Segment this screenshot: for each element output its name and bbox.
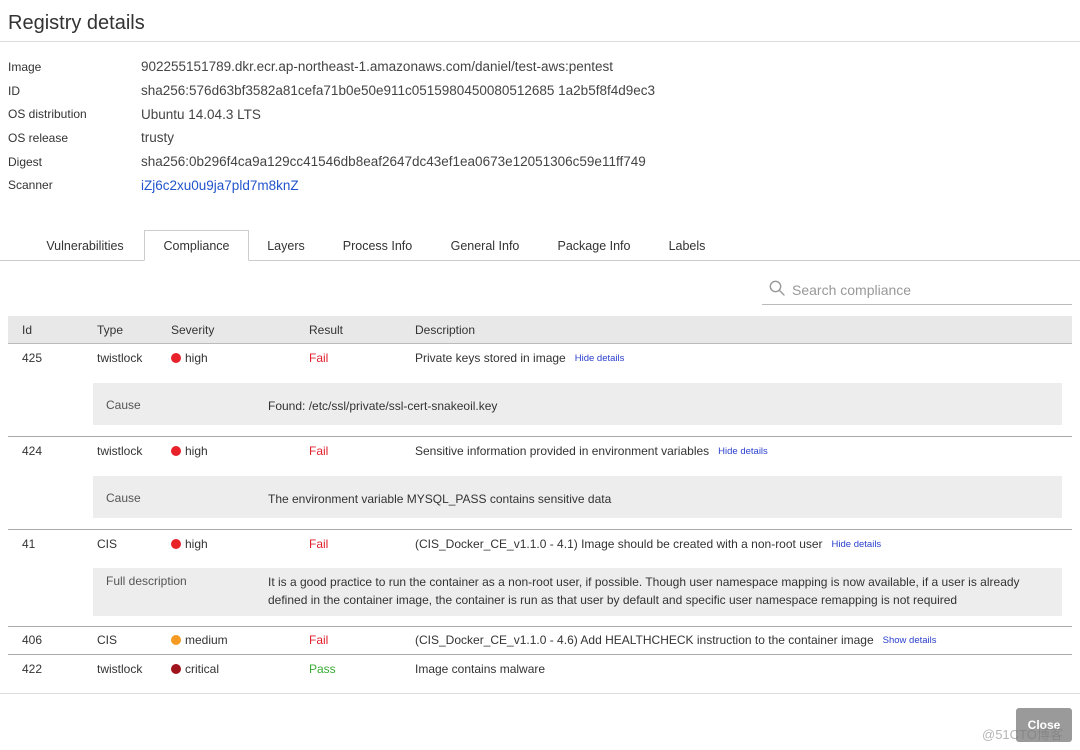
detail-value: sha256:0b296f4ca9a129cc41546db8eaf2647dc… — [141, 154, 646, 170]
search-input[interactable] — [792, 282, 1062, 298]
row-details-panel: Cause Found: /etc/ssl/private/ssl-cert-s… — [93, 383, 1062, 425]
footer-divider — [0, 693, 1080, 694]
detail-value: sha256:576d63bf3582a81cefa71b0e50e911c05… — [141, 83, 656, 99]
severity-critical-icon — [171, 664, 181, 674]
detail-row-os-distribution: OS distribution Ubuntu 14.04.3 LTS — [8, 102, 655, 126]
row-severity: medium — [171, 632, 228, 648]
tab-compliance[interactable]: Compliance — [144, 230, 249, 261]
tab-process-info[interactable]: Process Info — [330, 230, 425, 261]
severity-high-icon — [171, 446, 181, 456]
detail-full-description-label: Full description — [106, 574, 187, 588]
watermark: @51CTO博客 — [982, 727, 1063, 742]
column-header-description[interactable]: Description — [415, 316, 475, 344]
row-details-panel: Full description It is a good practice t… — [93, 568, 1062, 616]
description-text: (CIS_Docker_CE_v1.1.0 - 4.1) Image shoul… — [415, 537, 823, 551]
detail-cause-label: Cause — [106, 491, 141, 505]
detail-label: Scanner — [8, 178, 53, 193]
row-type: CIS — [97, 537, 118, 551]
details-list: Image 902255151789.dkr.ecr.ap-northeast-… — [8, 55, 655, 197]
show-details-link[interactable]: Show details — [883, 635, 937, 646]
detail-label: Digest — [8, 154, 43, 169]
row-id: 424 — [22, 444, 43, 458]
row-type: twistlock — [97, 351, 143, 365]
row-description: Sensitive information provided in enviro… — [415, 443, 768, 459]
column-header-id[interactable]: Id — [22, 316, 32, 344]
hide-details-link[interactable]: Hide details — [718, 446, 768, 457]
row-severity: high — [171, 350, 208, 366]
detail-label: Image — [8, 59, 42, 74]
search-box — [762, 276, 1072, 305]
row-description: (CIS_Docker_CE_v1.1.0 - 4.1) Image shoul… — [415, 536, 881, 552]
severity-medium-icon — [171, 635, 181, 645]
detail-cause-text: The environment variable MYSQL_PASS cont… — [268, 492, 612, 506]
detail-label: OS distribution — [8, 107, 87, 122]
row-result: Fail — [309, 537, 329, 551]
detail-value: 902255151789.dkr.ecr.ap-northeast-1.amaz… — [141, 59, 614, 75]
detail-value: trusty — [141, 130, 175, 146]
row-id: 425 — [22, 351, 43, 365]
row-result: Fail — [309, 444, 329, 458]
tab-layers[interactable]: Layers — [256, 230, 316, 261]
detail-row-id: ID sha256:576d63bf3582a81cefa71b0e50e911… — [8, 79, 655, 103]
dialog-title: Registry details — [8, 12, 145, 34]
detail-row-image: Image 902255151789.dkr.ecr.ap-northeast-… — [8, 55, 655, 79]
row-description: Image contains malware — [415, 661, 545, 677]
hide-details-link[interactable]: Hide details — [575, 353, 625, 364]
detail-cause-label: Cause — [106, 398, 141, 412]
scanner-link[interactable]: iZj6c2xu0u9ja7pld7m8knZ — [141, 178, 299, 193]
row-severity: high — [171, 536, 208, 552]
column-header-result[interactable]: Result — [309, 316, 343, 344]
detail-row-digest: Digest sha256:0b296f4ca9a129cc41546db8ea… — [8, 150, 655, 174]
column-header-type[interactable]: Type — [97, 316, 123, 344]
tab-general-info[interactable]: General Info — [440, 230, 530, 261]
row-result: Fail — [309, 633, 329, 647]
row-description: (CIS_Docker_CE_v1.1.0 - 4.6) Add HEALTHC… — [415, 632, 937, 648]
tab-labels[interactable]: Labels — [658, 230, 716, 261]
row-id: 406 — [22, 633, 43, 647]
description-text: Private keys stored in image — [415, 351, 566, 365]
tab-package-info[interactable]: Package Info — [548, 230, 640, 261]
row-id: 422 — [22, 662, 43, 676]
detail-row-scanner: Scanner iZj6c2xu0u9ja7pld7m8knZ — [8, 173, 655, 197]
row-result: Pass — [309, 662, 336, 676]
row-type: CIS — [97, 633, 118, 647]
detail-label: ID — [8, 83, 20, 98]
table-header: Id Type Severity Result Description — [8, 316, 1072, 344]
hide-details-link[interactable]: Hide details — [832, 539, 882, 550]
row-type: twistlock — [97, 444, 143, 458]
detail-value: Ubuntu 14.04.3 LTS — [141, 106, 261, 122]
row-type: twistlock — [97, 662, 143, 676]
row-divider — [8, 626, 1072, 627]
row-severity: critical — [171, 661, 219, 677]
detail-row-os-release: OS release trusty — [8, 126, 655, 150]
detail-cause-text: Found: /etc/ssl/private/ssl-cert-snakeoi… — [268, 399, 498, 413]
severity-label: high — [185, 537, 208, 551]
row-id: 41 — [22, 537, 36, 551]
description-text: Image contains malware — [415, 662, 546, 676]
detail-full-description-text: It is a good practice to run the contain… — [268, 575, 1020, 607]
row-divider — [8, 654, 1072, 655]
row-divider — [8, 436, 1072, 437]
row-description: Private keys stored in image Hide detail… — [415, 350, 624, 366]
severity-label: high — [185, 351, 208, 365]
severity-label: medium — [185, 633, 228, 647]
severity-label: critical — [185, 662, 220, 676]
severity-high-icon — [171, 539, 181, 549]
row-result: Fail — [309, 351, 329, 365]
row-severity: high — [171, 443, 208, 459]
title-divider — [0, 41, 1080, 42]
search-icon — [762, 279, 786, 302]
detail-label: OS release — [8, 130, 69, 145]
description-text: (CIS_Docker_CE_v1.1.0 - 4.6) Add HEALTHC… — [415, 633, 874, 647]
row-details-panel: Cause The environment variable MYSQL_PAS… — [93, 476, 1062, 518]
severity-label: high — [185, 444, 208, 458]
tab-bar: Vulnerabilities Compliance Layers Proces… — [0, 230, 1080, 261]
tab-vulnerabilities[interactable]: Vulnerabilities — [30, 230, 140, 261]
severity-high-icon — [171, 353, 181, 363]
description-text: Sensitive information provided in enviro… — [415, 444, 710, 458]
column-header-severity[interactable]: Severity — [171, 316, 214, 344]
row-divider — [8, 529, 1072, 530]
